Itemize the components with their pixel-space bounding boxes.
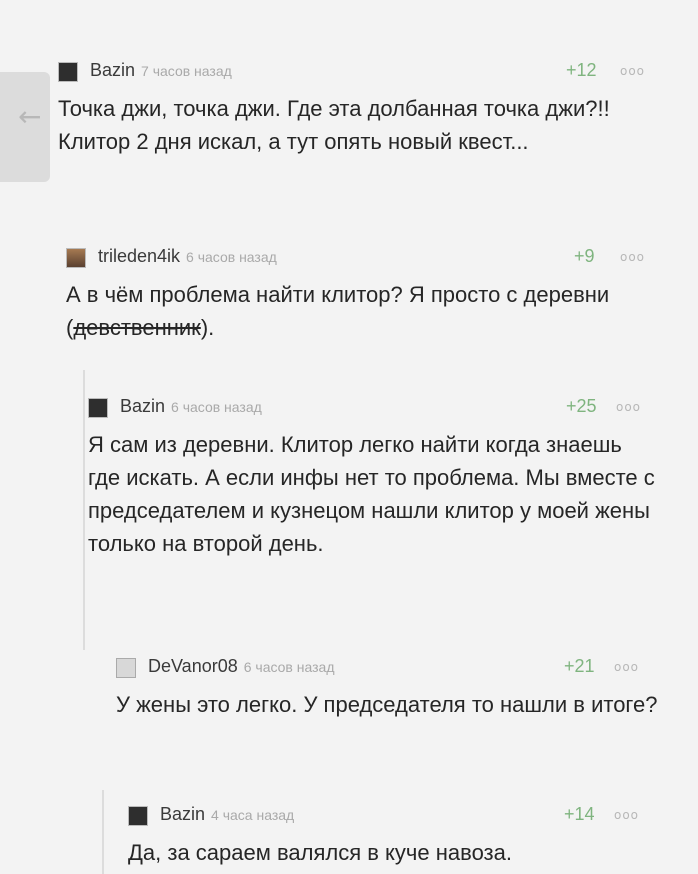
comment-text: Да, за сараем валялся в куче навоза. xyxy=(128,840,512,865)
comment-text: У жены это легко. У председателя то нашл… xyxy=(116,692,658,717)
more-options-icon[interactable]: ooo xyxy=(620,64,645,78)
comment: DeVanor08 6 часов назад +21 ooo У жены эт… xyxy=(116,656,661,721)
comment-header: Bazin 7 часов назад +12 ooo xyxy=(58,60,658,88)
more-options-icon[interactable]: ooo xyxy=(616,400,641,414)
more-options-icon[interactable]: ooo xyxy=(614,808,639,822)
comment: trileden4ik 6 часов назад +9 ooo А в чём … xyxy=(66,246,656,344)
comment-author[interactable]: Bazin 4 часа назад xyxy=(160,804,294,825)
comment: Bazin 7 часов назад +12 ooo Точка джи, то… xyxy=(58,60,658,158)
more-options-icon[interactable]: ooo xyxy=(620,250,645,264)
comment-text: А в чём проблема найти клитор? Я просто … xyxy=(66,282,610,340)
comment-author[interactable]: DeVanor08 6 часов назад xyxy=(148,656,335,677)
comment-score: +12 xyxy=(566,60,597,80)
user-avatar[interactable] xyxy=(116,658,136,678)
comment-time: 6 часов назад xyxy=(186,249,277,265)
comment-score: +9 xyxy=(574,246,595,266)
comment: Bazin 4 часа назад +14 ooo Да, за сараем … xyxy=(128,804,658,869)
strikethrough-text: девственник xyxy=(73,315,201,340)
comment-time: 6 часов назад xyxy=(171,399,262,415)
comment: Bazin 6 часов назад +25 ooo Я сам из дере… xyxy=(88,396,658,560)
user-avatar[interactable] xyxy=(58,62,78,82)
comment-header: Bazin 4 часа назад +14 ooo xyxy=(128,804,658,832)
comment-time: 7 часов назад xyxy=(141,63,232,79)
user-avatar[interactable] xyxy=(128,806,148,826)
comment-time: 6 часов назад xyxy=(243,659,335,675)
thread-line xyxy=(102,790,104,874)
comment-score: +21 xyxy=(564,656,595,676)
comment-text: Точка джи, точка джи. Где эта долбанная … xyxy=(58,96,610,154)
user-avatar[interactable] xyxy=(66,248,86,268)
comment-author[interactable]: Bazin 6 часов назад xyxy=(120,396,262,417)
comment-score: +14 xyxy=(564,804,595,824)
comment-header: trileden4ik 6 часов назад +9 ooo xyxy=(66,246,656,274)
comment-time: 4 часа назад xyxy=(211,807,295,823)
more-options-icon[interactable]: ooo xyxy=(614,660,639,674)
comment-author[interactable]: Bazin 7 часов назад xyxy=(90,60,232,81)
comment-header: Bazin 6 часов назад +25 ooo xyxy=(88,396,658,424)
comment-text: Я сам из деревни. Клитор легко найти ког… xyxy=(88,432,655,556)
back-button[interactable]: ← xyxy=(0,72,50,182)
comment-author[interactable]: trileden4ik 6 часов назад xyxy=(98,246,277,267)
user-avatar[interactable] xyxy=(88,398,108,418)
arrow-left-icon: ← xyxy=(18,100,42,133)
thread-line xyxy=(83,370,85,650)
comment-score: +25 xyxy=(566,396,597,416)
comment-header: DeVanor08 6 часов назад +21 ooo xyxy=(116,656,661,684)
